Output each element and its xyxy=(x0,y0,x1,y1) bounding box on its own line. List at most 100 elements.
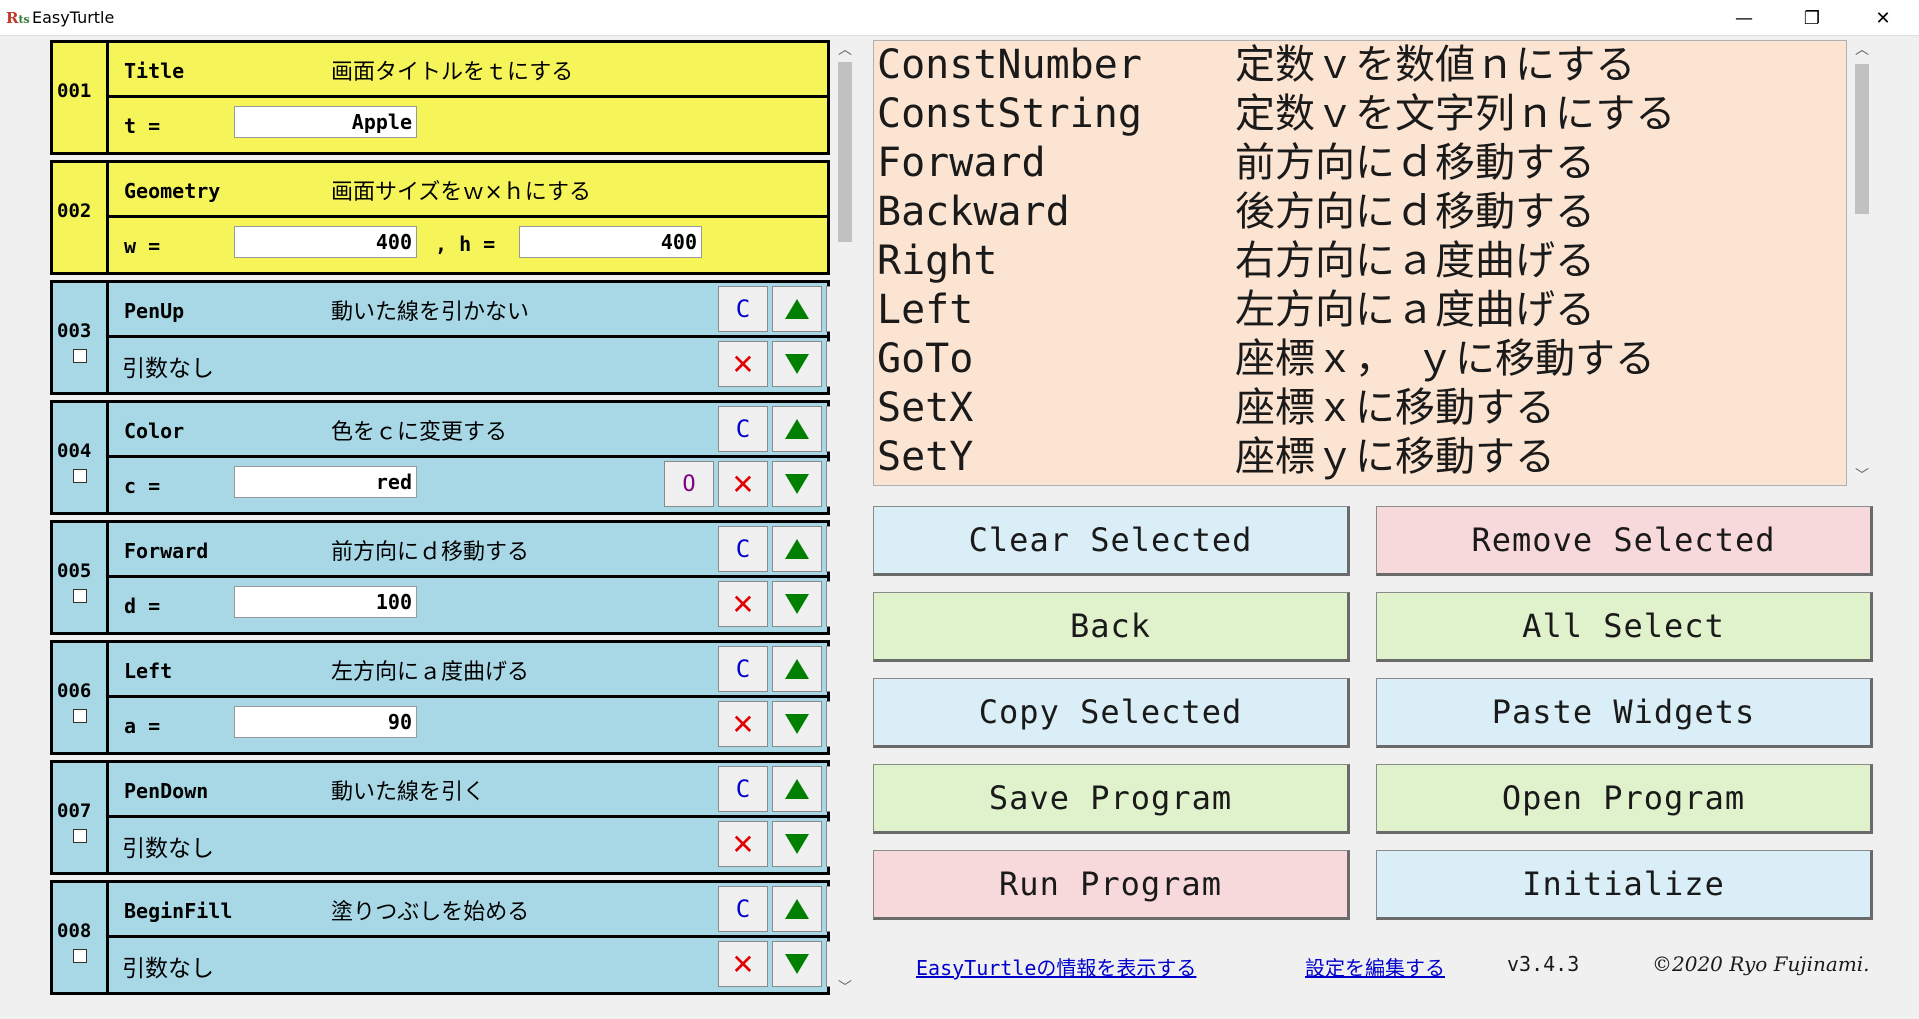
widget-list-scrollbar[interactable]: ︿ ﹀ xyxy=(833,40,857,1002)
reference-description: 前方向にｄ移動する xyxy=(1235,140,1595,186)
move-up-button[interactable] xyxy=(772,406,822,452)
delete-widget-button[interactable]: ✕ xyxy=(718,581,768,627)
copy-widget-button[interactable]: C xyxy=(718,406,768,452)
copy-widget-button[interactable]: C xyxy=(718,286,768,332)
width-input[interactable]: 400 xyxy=(234,226,417,258)
select-checkbox[interactable] xyxy=(73,469,87,483)
arrow-up-icon xyxy=(785,419,809,439)
distance-input[interactable]: 100 xyxy=(234,586,417,618)
reference-command: GoTo xyxy=(877,336,974,382)
reference-command: Backward xyxy=(877,189,1070,235)
scroll-up-icon[interactable]: ︿ xyxy=(833,40,857,60)
select-checkbox[interactable] xyxy=(73,349,87,363)
no-args-label: 引数なし xyxy=(122,356,214,382)
arrow-up-icon xyxy=(785,899,809,919)
move-bottom-button[interactable] xyxy=(826,821,830,867)
delete-widget-button[interactable]: ✕ xyxy=(718,941,768,987)
height-input[interactable]: 400 xyxy=(519,226,702,258)
move-up-button[interactable] xyxy=(772,526,822,572)
select-checkbox[interactable] xyxy=(73,949,87,963)
back-button[interactable]: Back xyxy=(873,592,1350,662)
move-top-button[interactable] xyxy=(826,406,830,452)
move-top-button[interactable] xyxy=(826,886,830,932)
delete-widget-button[interactable]: ✕ xyxy=(718,701,768,747)
copy-widget-button[interactable]: C xyxy=(718,766,768,812)
move-bottom-button[interactable] xyxy=(826,941,830,987)
scrollbar-thumb[interactable] xyxy=(838,62,852,242)
clear-selected-button[interactable]: Clear Selected xyxy=(873,506,1350,576)
minimize-button[interactable]: — xyxy=(1711,0,1777,36)
widget-number: 007 xyxy=(57,800,92,822)
move-bottom-button[interactable] xyxy=(826,581,830,627)
select-checkbox[interactable] xyxy=(73,589,87,603)
move-up-button[interactable] xyxy=(772,646,822,692)
scroll-up-icon[interactable]: ︿ xyxy=(1850,40,1874,60)
widget-beginfill: 008 BeginFill 塗りつぶしを始める C 引数なし ✕ xyxy=(50,880,830,995)
select-checkbox[interactable] xyxy=(73,709,87,723)
delete-widget-button[interactable]: ✕ xyxy=(718,341,768,387)
widget-number: 002 xyxy=(57,200,92,222)
color-option-button[interactable]: O xyxy=(664,461,714,507)
run-program-button[interactable]: Run Program xyxy=(873,850,1350,920)
move-top-button[interactable] xyxy=(826,646,830,692)
move-up-button[interactable] xyxy=(772,886,822,932)
widget-number-cell: 001 xyxy=(53,43,109,152)
remove-selected-button[interactable]: Remove Selected xyxy=(1376,506,1873,576)
move-top-button[interactable] xyxy=(826,286,830,332)
angle-input[interactable]: 90 xyxy=(234,706,417,738)
select-checkbox[interactable] xyxy=(73,829,87,843)
widget-args: 引数なし ✕ xyxy=(109,338,830,392)
copyright-label: ©2020 Ryo Fujinami. xyxy=(1652,952,1870,976)
restore-button[interactable]: ❐ xyxy=(1779,0,1845,36)
widget-header: Geometry 画面サイズをｗ×ｈにする xyxy=(109,163,827,218)
widget-name: Color xyxy=(124,419,185,443)
app-logo-icon: Rts xyxy=(6,9,30,27)
reference-description: 座標ｙに移動する xyxy=(1235,434,1555,480)
delete-widget-button[interactable]: ✕ xyxy=(718,461,768,507)
widget-number-cell: 007 xyxy=(53,763,109,872)
widget-header: Title 画面タイトルをｔにする xyxy=(109,43,827,98)
command-reference-list[interactable]: ConstNumber 定数ｖを数値ｎにする ConstString 定数ｖを文… xyxy=(873,40,1847,486)
copy-selected-button[interactable]: Copy Selected xyxy=(873,678,1350,748)
widget-args: t = Apple xyxy=(109,98,827,152)
program-widget-list: 001 Title 画面タイトルをｔにする t = Apple 002 Geom… xyxy=(50,40,830,1000)
copy-widget-button[interactable]: C xyxy=(718,886,768,932)
move-bottom-button[interactable] xyxy=(826,461,830,507)
move-down-button[interactable] xyxy=(772,581,822,627)
move-down-button[interactable] xyxy=(772,941,822,987)
move-down-button[interactable] xyxy=(772,701,822,747)
move-up-button[interactable] xyxy=(772,766,822,812)
move-down-button[interactable] xyxy=(772,461,822,507)
about-link[interactable]: EasyTurtleの情報を表示する xyxy=(916,952,1196,981)
save-program-button[interactable]: Save Program xyxy=(873,764,1350,834)
initialize-button[interactable]: Initialize xyxy=(1376,850,1873,920)
move-down-button[interactable] xyxy=(772,341,822,387)
scroll-down-icon[interactable]: ﹀ xyxy=(833,978,857,998)
move-down-button[interactable] xyxy=(772,821,822,867)
settings-link[interactable]: 設定を編集する xyxy=(1305,952,1445,981)
delete-widget-button[interactable]: ✕ xyxy=(718,821,768,867)
reference-description: 右方向にａ度曲げる xyxy=(1235,238,1595,284)
widget-name: PenDown xyxy=(124,779,209,803)
move-top-button[interactable] xyxy=(826,766,830,812)
move-bottom-button[interactable] xyxy=(826,341,830,387)
arrow-down-icon xyxy=(785,714,809,734)
copy-widget-button[interactable]: C xyxy=(718,526,768,572)
all-select-button[interactable]: All Select xyxy=(1376,592,1873,662)
copy-widget-button[interactable]: C xyxy=(718,646,768,692)
scroll-down-icon[interactable]: ﹀ xyxy=(1850,466,1874,486)
widget-number: 008 xyxy=(57,920,92,942)
move-bottom-button[interactable] xyxy=(826,701,830,747)
color-input[interactable]: red xyxy=(234,466,417,498)
reference-command: Right xyxy=(877,238,998,284)
open-program-button[interactable]: Open Program xyxy=(1376,764,1873,834)
move-top-button[interactable] xyxy=(826,526,830,572)
close-window-button[interactable]: ✕ xyxy=(1850,0,1916,36)
title-input[interactable]: Apple xyxy=(234,106,417,138)
reference-scrollbar[interactable]: ︿ ﹀ xyxy=(1850,40,1874,486)
reference-command: Left xyxy=(877,287,974,333)
widget-number-cell: 006 xyxy=(53,643,109,752)
scrollbar-thumb[interactable] xyxy=(1855,64,1869,214)
paste-widgets-button[interactable]: Paste Widgets xyxy=(1376,678,1873,748)
move-up-button[interactable] xyxy=(772,286,822,332)
